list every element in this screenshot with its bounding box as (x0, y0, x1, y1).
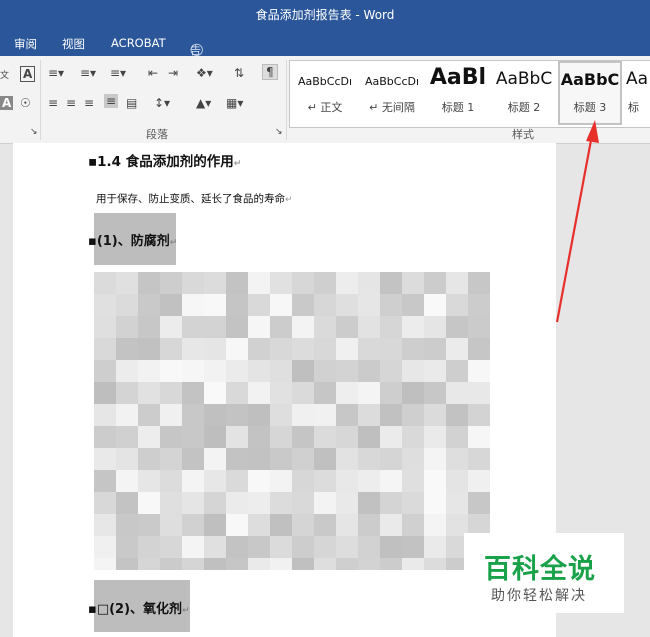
annotation-arrow-icon (555, 120, 599, 323)
